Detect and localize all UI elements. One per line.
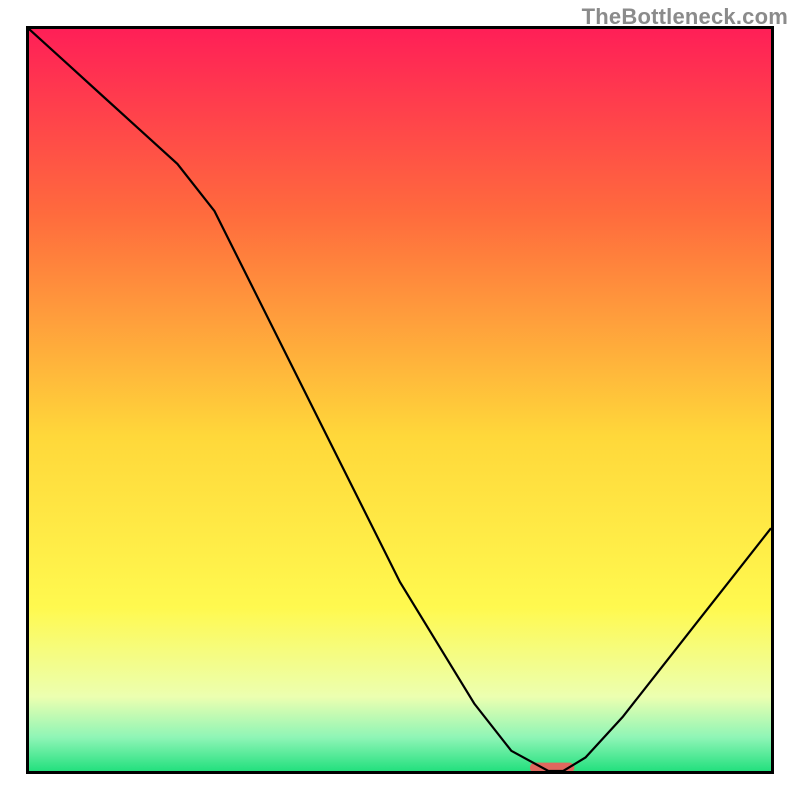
chart-frame <box>26 26 774 774</box>
chart-svg <box>29 29 771 771</box>
watermark-text: TheBottleneck.com <box>582 4 788 30</box>
chart-background <box>29 29 771 771</box>
